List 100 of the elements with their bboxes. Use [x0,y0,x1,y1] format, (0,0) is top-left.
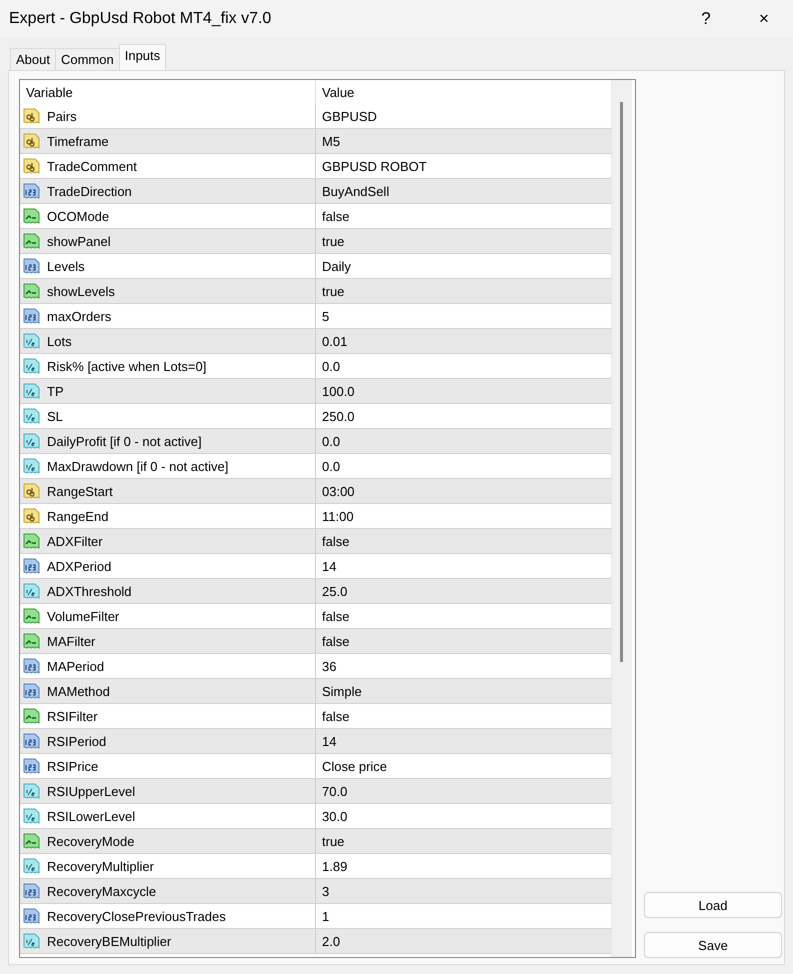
table-cell[interactable]: 36 [316,654,611,678]
variable-name: RSIPeriod [47,734,106,748]
variable-name: VolumeFilter [47,608,120,624]
parameter-type-icon [23,732,41,750]
table-cell[interactable]: true [316,829,611,853]
variable-name: MAFilter [47,634,96,648]
column-header[interactable]: Value [316,80,611,104]
parameter-type-icon [23,282,41,300]
variable-name: maxOrders [47,308,112,324]
table-cell[interactable]: 14 [316,729,611,753]
variable-name: Levels [47,258,85,274]
table-cell[interactable]: false [316,529,611,553]
scrollbar[interactable] [611,80,632,957]
parameter-type-icon [23,482,41,500]
parameter-type-icon [23,407,41,425]
variable-name: showLevels [47,284,115,298]
variable-name: MaxDrawdown [if 0 - not active] [47,458,228,474]
table-cell[interactable]: M5 [316,129,611,153]
table-cell[interactable]: Simple [316,679,611,703]
parameter-type-icon [23,857,41,875]
parameter-type-icon [23,907,41,925]
variable-name: TP [47,384,64,398]
parameter-type-icon [23,182,41,200]
table-cell[interactable]: true [316,279,611,303]
variable-name: RSIUpperLevel [47,784,136,798]
table-cell[interactable]: 30.0 [316,804,611,828]
variable-name: Risk% [active when Lots=0] [47,358,206,374]
parameter-type-icon [23,882,41,900]
variable-name: MAMethod [47,684,110,698]
table-cell[interactable]: 25.0 [316,579,611,603]
parameter-type-icon [23,607,41,625]
parameter-type-icon [23,307,41,325]
parameter-type-icon [23,157,41,175]
table-cell[interactable]: 3 [316,879,611,903]
parameter-type-icon [23,832,41,850]
table-cell[interactable]: 70.0 [316,779,611,803]
parameter-type-icon [23,682,41,700]
table-cell[interactable]: 03:00 [316,479,611,503]
table-cell[interactable]: 250.0 [316,404,611,428]
table-cell[interactable]: Close price [316,754,611,778]
parameter-type-icon [23,532,41,550]
parameter-type-icon [23,807,41,825]
tab[interactable]: Inputs [118,44,166,70]
table-cell[interactable]: true [316,229,611,253]
table-cell[interactable]: Daily [316,254,611,278]
table-cell[interactable]: GBPUSD ROBOT [316,154,611,178]
variable-name: RecoveryMode [47,834,134,848]
variable-name: DailyProfit [if 0 - not active] [47,434,202,448]
table-cell[interactable]: 0.0 [316,429,611,453]
variable-name: RSILowerLevel [47,808,136,824]
table-cell[interactable]: 1.89 [316,854,611,878]
parameter-type-icon [23,332,41,350]
table-cell[interactable]: false [316,704,611,728]
scrollbar-thumb[interactable] [620,102,623,662]
table-cell[interactable]: 2.0 [316,929,611,953]
variable-name: TradeDirection [47,184,132,198]
parameter-type-icon [23,757,41,775]
table-cell[interactable]: 0.0 [316,354,611,378]
parameter-type-icon [23,257,41,275]
table-cell[interactable]: false [316,204,611,228]
variable-name: Pairs [47,108,77,124]
table-cell[interactable]: 5 [316,304,611,328]
variable-name: SL [47,408,63,424]
close-button[interactable]: × [735,0,793,38]
table-cell[interactable]: false [316,604,611,628]
tab[interactable]: About [10,48,56,70]
parameter-type-icon [23,782,41,800]
variable-name: RangeStart [47,484,113,498]
variable-name: RangeEnd [47,508,108,524]
variable-name: ADXPeriod [47,558,112,574]
table-cell[interactable]: 1 [316,904,611,928]
table-cell[interactable]: 14 [316,554,611,578]
help-button[interactable]: ? [677,0,735,38]
parameter-type-icon [23,707,41,725]
variable-name: Timeframe [47,134,109,148]
parameter-type-icon [23,207,41,225]
table-cell[interactable]: GBPUSD [316,104,611,128]
table-cell[interactable]: 11:00 [316,504,611,528]
variable-name: Lots [47,334,72,348]
variable-name: ADXFilter [47,534,103,548]
variable-name: TradeComment [47,158,137,174]
parameter-type-icon [23,507,41,525]
table-cell[interactable]: 100.0 [316,379,611,403]
table-cell[interactable]: BuyAndSell [316,179,611,203]
variable-name: RecoveryClosePreviousTrades [47,908,226,924]
table-cell[interactable]: false [316,629,611,653]
variable-name: RecoveryBEMultiplier [47,934,172,948]
variable-name: ADXThreshold [47,584,132,598]
dialog-button[interactable]: Load [644,892,782,918]
parameter-type-icon [23,432,41,450]
parameter-type-icon [23,232,41,250]
table-cell[interactable]: 0.0 [316,454,611,478]
table-cell[interactable]: 0.01 [316,329,611,353]
parameter-type-icon [23,632,41,650]
parameter-type-icon [23,382,41,400]
dialog-button[interactable]: Save [644,932,782,958]
parameter-type-icon [23,557,41,575]
variable-name: RecoveryMaxcycle [47,884,156,898]
window-title: Expert - GbpUsd Robot MT4_fix v7.0 [8,10,272,28]
variable-name: RSIFilter [47,708,98,724]
